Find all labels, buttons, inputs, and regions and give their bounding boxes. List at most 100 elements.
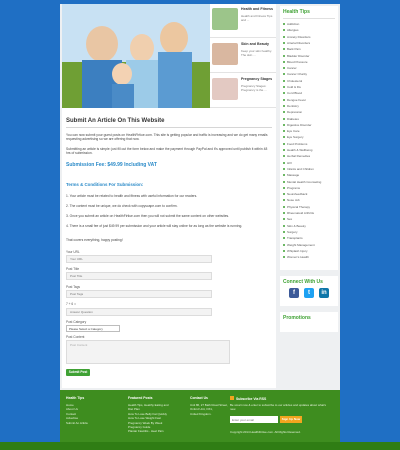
sidebar-tip-link[interactable]: Transplants	[287, 236, 303, 240]
tip-bullet-icon	[283, 174, 285, 177]
sidebar-tip-link[interactable]: HIV	[287, 161, 292, 165]
post-content-textarea[interactable]: Post Content	[66, 340, 230, 364]
tip-bullet-icon	[283, 256, 285, 259]
intro-paragraph-2: Submitting an article is simple: just fi…	[66, 147, 268, 156]
sidebar-tip-link[interactable]: Infants and Children	[287, 167, 314, 171]
sidebar-tip-link[interactable]: Mental Health Counseling	[287, 180, 321, 184]
footer-column-title: Featured Posts	[128, 396, 153, 400]
terms-item: 4. There is a small fee of just $49.99 p…	[66, 224, 243, 228]
sidebar-tip-link[interactable]: Sex	[287, 217, 292, 221]
tip-bullet-icon	[283, 48, 285, 51]
hero-photo-family[interactable]	[62, 4, 210, 108]
post-title-input[interactable]	[66, 272, 212, 280]
page-title: Submit An Article On This Website	[66, 118, 165, 124]
hero-feature-item[interactable]: Health and Fitness Health and Fitness Ti…	[210, 4, 276, 38]
widget-divider	[283, 18, 335, 19]
sidebar-tip-link[interactable]: Back Pain	[287, 47, 301, 51]
sidebar-tip-link[interactable]: Health & Wellbeing	[287, 148, 312, 152]
hero-slider: Health and Fitness Health and Fitness Ti…	[62, 4, 276, 108]
sidebar-tip-link[interactable]: Allergies	[287, 28, 299, 32]
category-select[interactable]: Please Select a Category	[66, 325, 120, 332]
captcha-input[interactable]	[66, 308, 212, 316]
linkedin-icon[interactable]: in	[319, 288, 329, 298]
sidebar-tip-link[interactable]: Programs	[287, 186, 300, 190]
sidebar-tip-link[interactable]: Massage	[287, 173, 299, 177]
footer-column-contact: Contact Us Unit 86, 27 Bath Road Street,…	[190, 396, 228, 416]
footer-column-title: Contact Us	[190, 396, 208, 400]
tip-bullet-icon	[283, 212, 285, 214]
terms-item: 3. Once you submit an article on HealthF…	[66, 214, 230, 218]
sidebar-tip-link[interactable]: Neurofeedback	[287, 192, 307, 196]
intro-paragraph: You can now submit your guest posts on H…	[66, 133, 268, 142]
tip-bullet-icon	[283, 73, 285, 76]
sidebar-tip-link[interactable]: Skin & Beauty	[287, 224, 306, 228]
sidebar-tip-link[interactable]: Depression	[287, 110, 302, 114]
sidebar-tip-link[interactable]: Surgery	[287, 230, 298, 234]
sidebar-tip-link[interactable]: Women's Health	[287, 255, 309, 259]
newsletter-email-input[interactable]	[230, 416, 278, 423]
sidebar-tip-link[interactable]: Dengue Fever	[287, 98, 306, 102]
tip-bullet-icon	[283, 60, 285, 63]
hero-feature-text: Health and Fitness Tips and ...	[241, 14, 273, 22]
url-label: Your URL	[66, 250, 80, 254]
sidebar-tip-link[interactable]: Bladder Disorder	[287, 54, 310, 58]
sidebar-tip-link[interactable]: Cholesterol	[287, 79, 302, 83]
sidebar-tip-link[interactable]: Herbal Remedies	[287, 154, 310, 158]
footer-bottom-bar	[0, 442, 400, 450]
sidebar-tip-link[interactable]: Dentistry	[287, 104, 299, 108]
tip-bullet-icon	[283, 54, 285, 57]
footer-link-submit[interactable]: Submit An Article	[66, 421, 88, 425]
tip-bullet-icon	[283, 86, 285, 88]
sidebar-tip-link[interactable]: Arterial Disorders	[287, 41, 310, 45]
tip-bullet-icon	[283, 23, 285, 25]
signup-button[interactable]: Sign Up Now	[280, 416, 302, 423]
post-title-label: Post Title	[66, 267, 80, 271]
sidebar-tip-link[interactable]: Rheumatoid Arthritis	[287, 211, 314, 215]
tip-bullet-icon	[283, 180, 285, 183]
sidebar-tip-link[interactable]: Weight Management	[287, 243, 315, 247]
tip-bullet-icon	[283, 249, 285, 252]
tip-bullet-icon	[283, 218, 285, 221]
submission-fee: Submission Fee: $49.99 Including VAT	[66, 162, 157, 168]
site-wrapper: Health and Fitness Health and Fitness Ti…	[60, 0, 340, 450]
tip-bullet-icon	[283, 243, 285, 246]
tip-bullet-icon	[283, 167, 285, 170]
twitter-icon[interactable]: t	[304, 288, 314, 298]
sidebar-tip-link[interactable]: Whiplash Injury	[287, 249, 308, 253]
promotions-title: Promotions	[283, 315, 311, 321]
footer-column-links: Health Tips Home About Us Contact Advert…	[66, 396, 88, 425]
sidebar-tip-link[interactable]: Anxiety Disorders	[287, 35, 311, 39]
main-content: Health and Fitness Health and Fitness Ti…	[62, 4, 276, 388]
footer-column-title: Health Tips	[66, 396, 85, 400]
post-tags-input[interactable]	[66, 290, 212, 298]
hero-feature-item[interactable]: Skin and Beauty Keep your skin healthy. …	[210, 39, 276, 73]
sidebar-tip-link[interactable]: Food Problems	[287, 142, 307, 146]
tip-bullet-icon	[283, 67, 285, 70]
sidebar-tip-link[interactable]: Digestive Disorder	[287, 123, 312, 127]
hero-feature-text: Pregnancy Stages: Pregnancy is the ...	[241, 84, 267, 92]
sidebar-tip-link[interactable]: Eye Surgery	[287, 135, 304, 139]
health-tips-title: Health Tips	[283, 9, 310, 15]
tip-bullet-icon	[283, 224, 285, 227]
url-input[interactable]	[66, 255, 212, 263]
tip-bullet-icon	[283, 41, 285, 44]
sidebar-tip-link[interactable]: Eye Care	[287, 129, 300, 133]
sidebar-tip-link[interactable]: Nose Job	[287, 198, 300, 202]
sidebar-tip-link[interactable]: Cancer	[287, 66, 297, 70]
tip-bullet-icon	[283, 142, 285, 145]
sidebar: Health Tips Addiction Allergies Anxiety Di…	[280, 4, 338, 388]
copyright-text: Copyright 2014 HealthFirtiue.com. All Ri…	[230, 430, 301, 434]
sidebar-tip-link[interactable]: Diabetes	[287, 117, 299, 121]
sidebar-tip-link[interactable]: Blood Pressure	[287, 60, 308, 64]
footer-featured-link[interactable]: Plantar Fasciitis - Heel Pain	[128, 429, 169, 433]
hero-thumb-image	[212, 8, 238, 30]
footer-column-subscribe: Subscribe Via RSS Be smart now & enter t…	[230, 396, 334, 412]
submit-post-button[interactable]: Submit Post	[66, 369, 90, 376]
sidebar-tip-link[interactable]: Physical Therapy	[287, 205, 310, 209]
sidebar-tip-link[interactable]: Addiction	[287, 22, 299, 26]
facebook-icon[interactable]: f	[289, 288, 299, 298]
sidebar-tip-link[interactable]: Cancer Charity	[287, 72, 307, 76]
hero-feature-item[interactable]: Pregnancy Stages Pregnancy Stages: Pregn…	[210, 74, 276, 108]
sidebar-tip-link[interactable]: Cord Blood	[287, 91, 302, 95]
sidebar-tip-link[interactable]: Cold & Flu	[287, 85, 301, 89]
